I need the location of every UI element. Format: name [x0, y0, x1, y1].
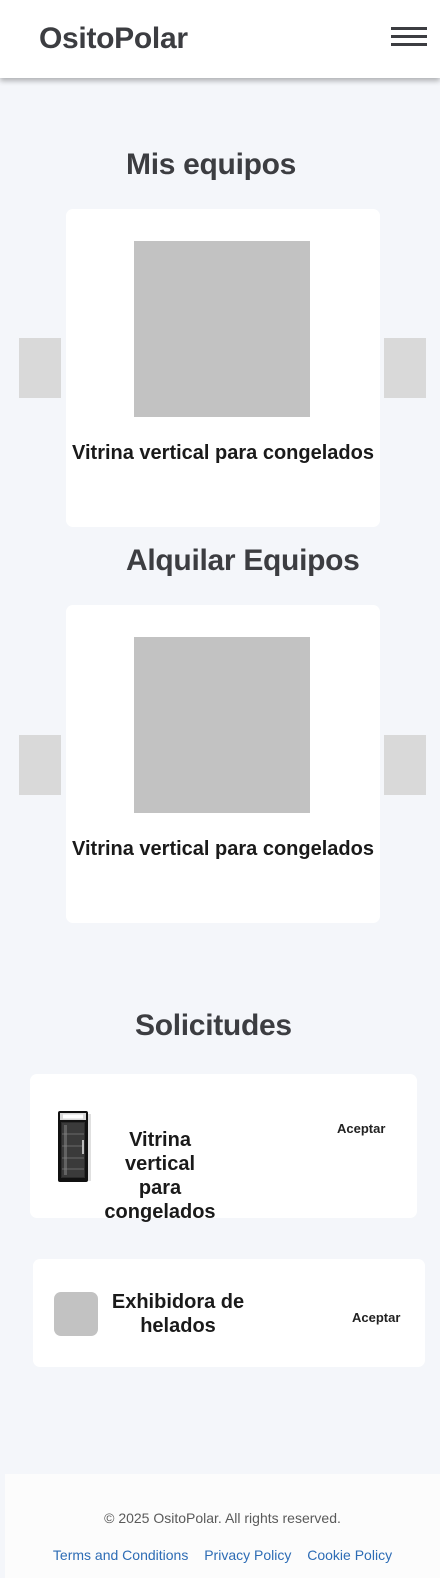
- hamburger-menu-icon[interactable]: [391, 27, 427, 49]
- terms-link[interactable]: Terms and Conditions: [53, 1547, 188, 1563]
- display-fridge-icon: [58, 1111, 91, 1182]
- equipment-image-placeholder: [134, 241, 310, 417]
- cookie-link[interactable]: Cookie Policy: [307, 1547, 392, 1563]
- equipment-name: Vitrina vertical para congelados: [72, 838, 374, 860]
- request-item: Exhibidora de helados Aceptar: [33, 1259, 425, 1367]
- request-item: Vitrina vertical para congelados Aceptar: [30, 1074, 417, 1223]
- rent-equipment-next-button[interactable]: [384, 735, 426, 795]
- page-footer: © 2025 OsitoPolar. All rights reserved. …: [5, 1474, 440, 1578]
- app-header: OsitoPolar: [0, 0, 440, 78]
- copyright-text: © 2025 OsitoPolar. All rights reserved.: [104, 1510, 341, 1526]
- rent-equipment-prev-button[interactable]: [19, 735, 61, 795]
- placeholder-image: [54, 1292, 98, 1336]
- request-item-label: Vitrina vertical para congelados: [104, 1129, 216, 1223]
- equipment-name: Vitrina vertical para congelados: [72, 442, 374, 464]
- my-equipment-next-button[interactable]: [384, 338, 426, 398]
- rent-equipment-card[interactable]: Vitrina vertical para congelados: [66, 605, 380, 923]
- footer-links: Terms and Conditions Privacy Policy Cook…: [5, 1547, 440, 1563]
- rent-equipment-title: Alquilar Equipos: [126, 544, 360, 577]
- brand-logo[interactable]: OsitoPolar: [39, 22, 188, 56]
- privacy-link[interactable]: Privacy Policy: [204, 1547, 291, 1563]
- accept-button[interactable]: Aceptar: [352, 1310, 400, 1325]
- my-equipment-card[interactable]: Vitrina vertical para congelados: [66, 209, 380, 527]
- accept-button[interactable]: Aceptar: [337, 1121, 385, 1136]
- equipment-image-placeholder: [134, 637, 310, 813]
- request-item-label: Exhibidora de helados: [111, 1291, 245, 1337]
- my-equipment-title: Mis equipos: [126, 148, 297, 181]
- requests-title: Solicitudes: [135, 1009, 292, 1042]
- my-equipment-prev-button[interactable]: [19, 338, 61, 398]
